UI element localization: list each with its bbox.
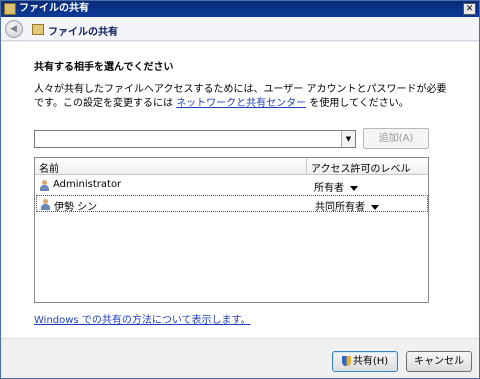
dropdown-arrow-icon [350,185,358,191]
share-user-list: 名前 アクセス許可のレベル Administrator 所有者 伊勢 シン 共同… [34,157,429,303]
network-sharing-center-link[interactable]: ネットワークと共有センター [176,98,306,109]
column-header-name-label: 名前 [39,164,59,175]
file-sharing-window: ファイルの共有 ✕ ◀ ファイルの共有 共有する相手を選んでください 人々が共有… [0,0,480,379]
close-button[interactable]: ✕ [463,3,476,15]
permission-level-label: 共同所有者 [315,202,365,213]
user-name: Administrator [53,179,122,190]
sharing-icon [32,24,44,35]
footer: 共有(H) キャンセル [1,338,479,378]
sharing-app-icon [4,3,16,15]
add-button[interactable]: 追加(A) [363,128,429,149]
dropdown-arrow-icon [371,204,379,210]
back-button[interactable]: ◀ [5,20,23,38]
back-arrow-icon: ◀ [10,24,17,34]
window-title: ファイルの共有 [19,3,89,14]
permission-level-dropdown[interactable]: 共同所有者 [315,198,379,213]
table-row[interactable]: Administrator 所有者 [36,177,428,194]
column-header-permission-level[interactable]: アクセス許可のレベル [307,158,428,175]
share-button[interactable]: 共有(H) [332,351,398,372]
user-icon [41,199,50,210]
permission-level-dropdown[interactable]: 所有者 [314,179,358,194]
close-icon: ✕ [465,4,474,14]
permission-level-label: 所有者 [314,183,344,194]
user-icon [40,180,49,191]
column-header-name[interactable]: 名前 [35,158,307,175]
share-button-label: 共有(H) [352,356,389,367]
nav-title: ファイルの共有 [48,27,118,38]
description-text: 人々が共有したファイルへアクセスするためには、ユーザー アカウントとパスワードが… [34,83,454,111]
cancel-button[interactable]: キャンセル [406,351,472,372]
navigation-bar: ◀ ファイルの共有 [1,17,479,41]
table-row[interactable]: 伊勢 シン 共同所有者 [36,195,428,213]
shield-icon [341,356,351,366]
description-part-2: を使用してください。 [306,98,409,109]
user-name: 伊勢 シン [54,202,98,213]
user-name-combobox[interactable]: ▼ [34,130,356,148]
column-header-level-label: アクセス許可のレベル [311,164,411,175]
content-area: 共有する相手を選んでください 人々が共有したファイルへアクセスするためには、ユー… [1,42,479,338]
title-bar: ファイルの共有 ✕ [1,1,479,17]
dropdown-arrow-icon[interactable]: ▼ [341,131,355,147]
sharing-help-link[interactable]: Windows での共有の方法について表示します。 [34,311,251,326]
page-heading: 共有する相手を選んでください [34,62,174,73]
